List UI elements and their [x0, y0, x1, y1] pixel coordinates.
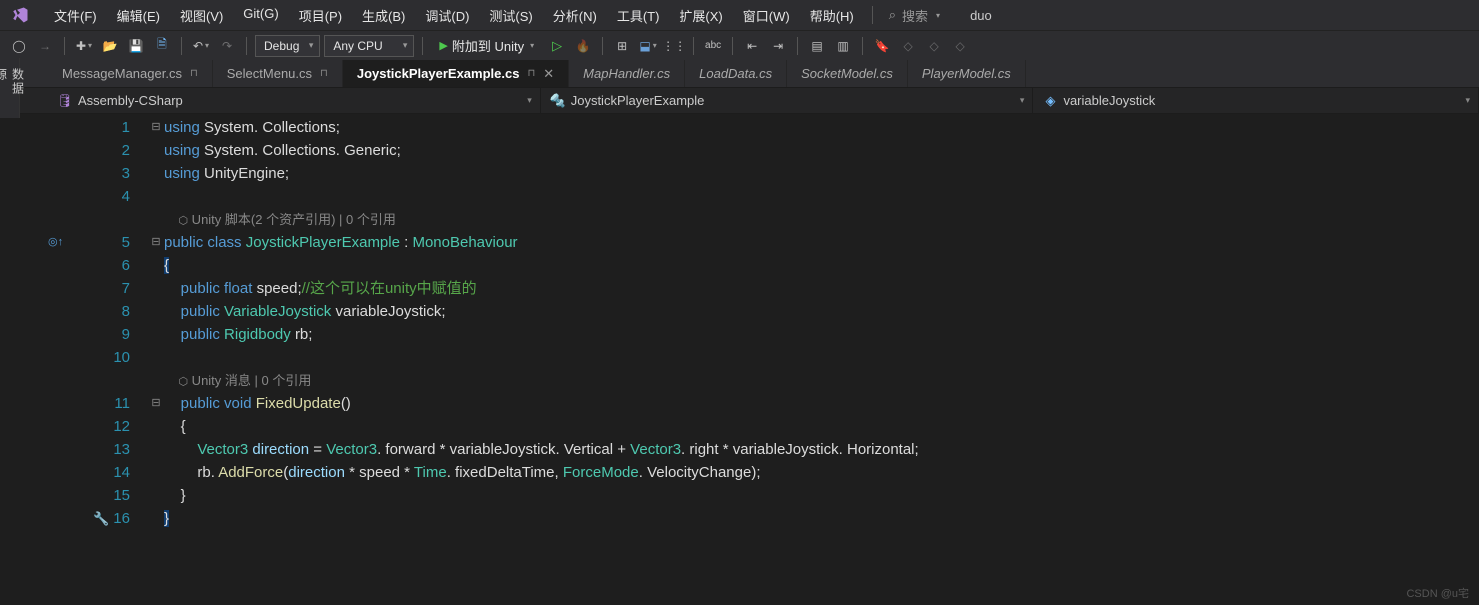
watermark: CSDN @u宅 — [1406, 585, 1469, 601]
sidebar-tab-datasources[interactable]: 数据源 — [0, 58, 20, 118]
pin-icon[interactable]: ⊓ — [320, 68, 328, 79]
run-button[interactable]: ▶ 附加到 Unity ▾ — [431, 35, 542, 57]
editor-tab[interactable]: LoadData.cs — [685, 60, 787, 87]
menu-item[interactable]: 分析(N) — [543, 2, 607, 29]
vs-logo-icon — [8, 3, 32, 27]
menu-bar: 文件(F)编辑(E)视图(V)Git(G)项目(P)生成(B)调试(D)测试(S… — [0, 0, 1479, 30]
search-box[interactable]: ⌕ 搜索 ▾ — [881, 4, 948, 27]
new-item-button[interactable]: ✚▾ — [73, 35, 95, 57]
config-dropdown[interactable]: Debug — [255, 35, 320, 57]
tool-icon: ◇ — [923, 35, 945, 57]
fold-toggle[interactable]: ⊟ — [148, 392, 164, 415]
menu-item[interactable]: 视图(V) — [170, 2, 233, 29]
tool-icon: ◇ — [949, 35, 971, 57]
run-no-debug-button[interactable]: ▷ — [546, 35, 568, 57]
lightbulb-icon[interactable]: 🔧 — [93, 511, 109, 526]
editor-tab[interactable]: JoystickPlayerExample.cs⊓✕ — [343, 60, 569, 87]
editor-tab[interactable]: SelectMenu.cs⊓ — [213, 60, 343, 87]
rename-icon[interactable]: abc — [702, 35, 724, 57]
nav-bar: 🛢 Assembly-CSharp 🔩 JoystickPlayerExampl… — [0, 88, 1479, 114]
fold-toggle — [148, 300, 164, 323]
margin-icon: ◎↑ — [48, 236, 63, 248]
hot-reload-button: 🔥 — [572, 35, 594, 57]
toolbar: ◯ → ✚▾ 📂 💾 🗎 ↶▾ ↷ Debug Any CPU ▶ 附加到 Un… — [0, 30, 1479, 60]
fold-toggle — [148, 438, 164, 461]
editor-tab[interactable]: MessageManager.cs⊓ — [48, 60, 213, 87]
undo-button[interactable]: ↶▾ — [190, 35, 212, 57]
fold-toggle — [148, 277, 164, 300]
fold-toggle — [148, 461, 164, 484]
menu-item[interactable]: 项目(P) — [289, 2, 352, 29]
play-icon: ▶ — [439, 39, 447, 52]
comment-icon[interactable]: ▤ — [806, 35, 828, 57]
menu-item[interactable]: 窗口(W) — [733, 2, 800, 29]
csharp-project-icon: 🛢 — [58, 94, 72, 108]
redo-button: ↷ — [216, 35, 238, 57]
chevron-down-icon: ▾ — [936, 11, 940, 20]
menu-item[interactable]: 测试(S) — [479, 2, 542, 29]
menu-item[interactable]: 编辑(E) — [107, 2, 170, 29]
menu-item[interactable]: 帮助(H) — [800, 2, 864, 29]
reference-icon: ⬡ — [178, 376, 188, 388]
fold-toggle — [148, 185, 164, 208]
code-editor[interactable]: ◎↑ 1234 5678910 1112131415🔧 16 ⊟ ⊟ ⊟ usi… — [48, 114, 1479, 605]
pin-icon[interactable]: ⊓ — [190, 68, 198, 79]
fold-toggle — [148, 254, 164, 277]
reference-icon: ⬡ — [178, 215, 188, 227]
open-button[interactable]: 📂 — [99, 35, 121, 57]
tool-icon[interactable]: ⊞ — [611, 35, 633, 57]
tool-icon[interactable]: ⋮⋮ — [663, 35, 685, 57]
editor-tabstrip: MessageManager.cs⊓SelectMenu.cs⊓Joystick… — [0, 60, 1479, 88]
search-placeholder: 搜索 — [902, 6, 928, 25]
fold-toggle — [148, 507, 164, 530]
user-name: duo — [970, 8, 992, 23]
tool-icon[interactable]: ⬓▾ — [637, 35, 659, 57]
save-button[interactable]: 💾 — [125, 35, 147, 57]
menu-item[interactable]: 调试(D) — [415, 2, 479, 29]
close-icon[interactable]: ✕ — [543, 66, 554, 82]
fold-toggle[interactable]: ⊟ — [148, 231, 164, 254]
fold-toggle — [148, 323, 164, 346]
bookmark-icon[interactable]: 🔖 — [871, 35, 893, 57]
indent-out-icon[interactable]: ⇤ — [741, 35, 763, 57]
fold-toggle — [148, 162, 164, 185]
fold-toggle[interactable]: ⊟ — [148, 116, 164, 139]
nav-back-button[interactable]: ◯ — [8, 35, 30, 57]
fold-toggle — [148, 139, 164, 162]
pin-icon[interactable]: ⊓ — [527, 68, 535, 79]
fold-toggle — [148, 415, 164, 438]
search-icon: ⌕ — [889, 7, 896, 23]
editor-tab[interactable]: PlayerModel.cs — [908, 60, 1026, 87]
nav-fwd-button: → — [34, 35, 56, 57]
menu-item[interactable]: Git(G) — [233, 2, 288, 29]
platform-dropdown[interactable]: Any CPU — [324, 35, 414, 57]
menu-item[interactable]: 工具(T) — [607, 2, 670, 29]
fold-toggle — [148, 346, 164, 369]
save-all-button[interactable]: 🗎 — [151, 35, 173, 57]
uncomment-icon[interactable]: ▥ — [832, 35, 854, 57]
separator — [872, 6, 873, 24]
nav-project-dropdown[interactable]: 🛢 Assembly-CSharp — [48, 88, 541, 113]
nav-class-dropdown[interactable]: 🔩 JoystickPlayerExample — [541, 88, 1034, 113]
editor-tab[interactable]: SocketModel.cs — [787, 60, 908, 87]
nav-member-dropdown[interactable]: ◈ variableJoystick — [1033, 88, 1479, 113]
field-icon: ◈ — [1043, 94, 1057, 108]
editor-tab[interactable]: MapHandler.cs — [569, 60, 685, 87]
class-icon: 🔩 — [551, 94, 565, 108]
menu-item[interactable]: 扩展(X) — [669, 2, 732, 29]
tool-icon: ◇ — [897, 35, 919, 57]
menu-item[interactable]: 生成(B) — [352, 2, 415, 29]
menu-item[interactable]: 文件(F) — [44, 2, 107, 29]
indent-in-icon[interactable]: ⇥ — [767, 35, 789, 57]
fold-toggle — [148, 484, 164, 507]
